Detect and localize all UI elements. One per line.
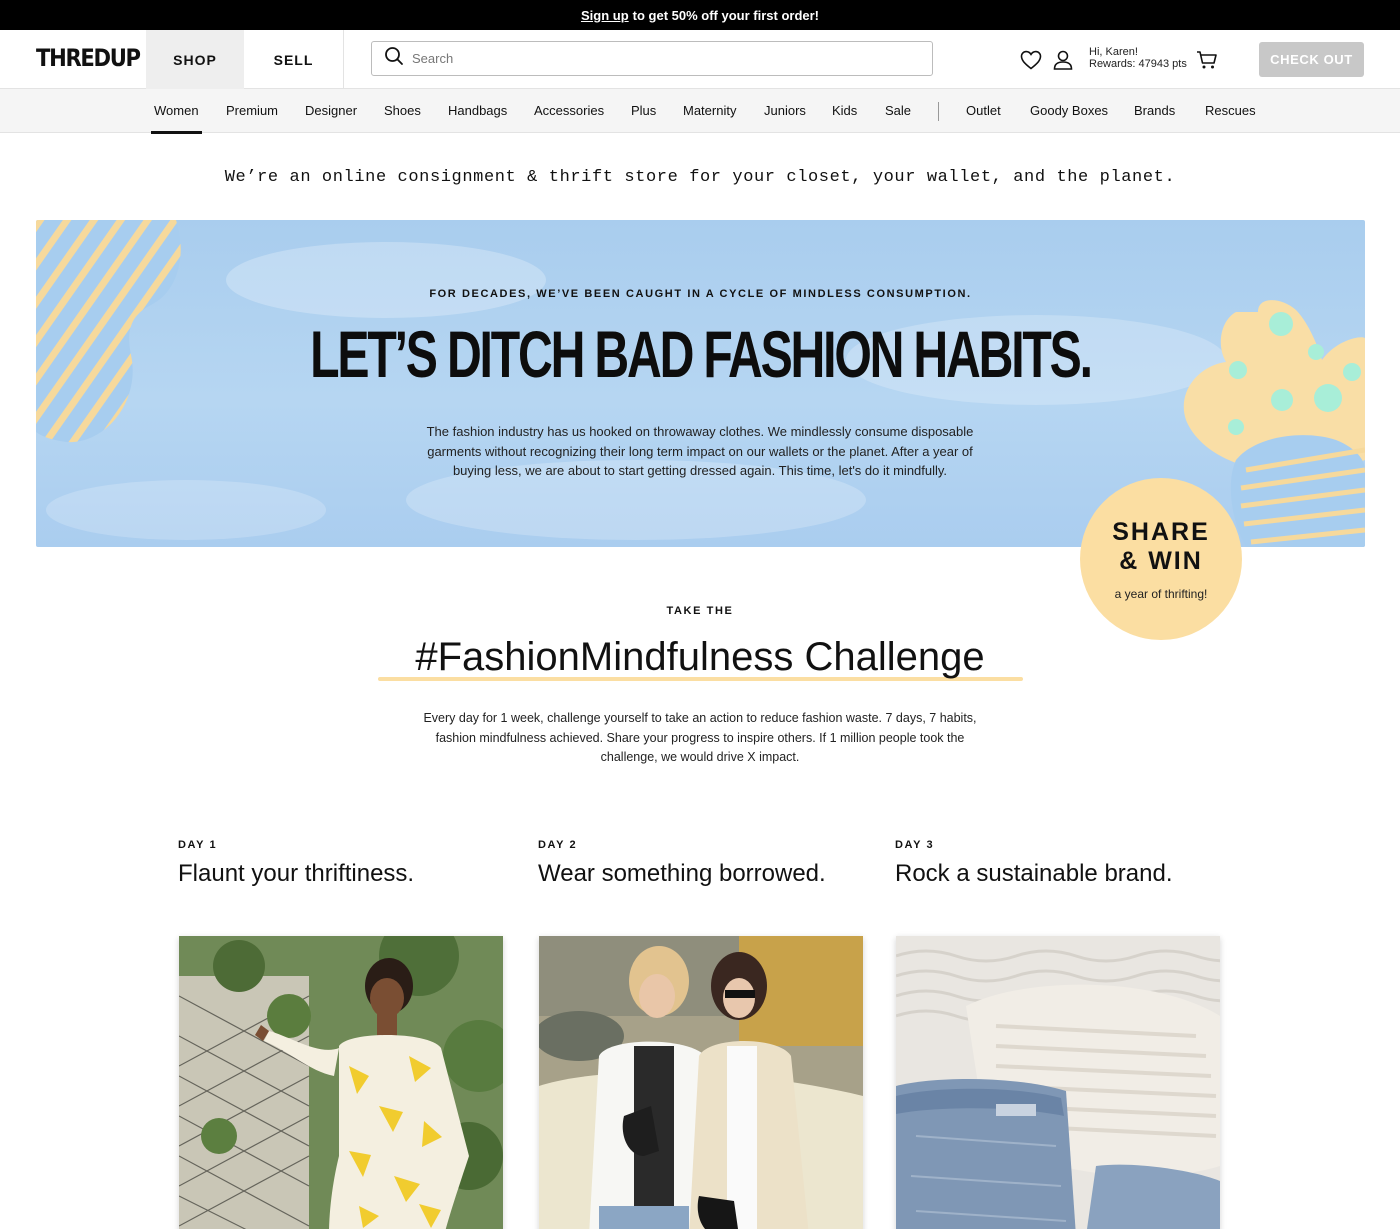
nav-divider (938, 102, 939, 121)
nav-rescues[interactable]: Rescues (1205, 89, 1256, 133)
hero-body: The fashion industry has us hooked on th… (426, 424, 974, 478)
signup-link[interactable]: Sign up (581, 8, 629, 23)
cart-icon[interactable] (1195, 48, 1219, 72)
greeting-text: Hi, Karen! (1089, 46, 1138, 58)
nav-women[interactable]: Women (151, 89, 202, 134)
nav-handbags[interactable]: Handbags (448, 89, 507, 133)
nav-sale[interactable]: Sale (885, 89, 911, 133)
site-header: THREDUP SHOP SELL Hi, Karen! Rewards: 47… (0, 30, 1400, 89)
day-1-photo[interactable] (179, 936, 503, 1229)
nav-kids[interactable]: Kids (832, 89, 857, 133)
badge-line-2: & WIN (1119, 547, 1203, 575)
heart-icon[interactable] (1019, 48, 1043, 72)
nav-brands[interactable]: Brands (1134, 89, 1175, 133)
tab-shop[interactable]: SHOP (146, 30, 244, 89)
checkout-button[interactable]: CHECK OUT (1259, 42, 1364, 77)
challenge-body: Every day for 1 week, challenge yourself… (423, 711, 977, 764)
challenge-kicker: TAKE THE (666, 605, 734, 617)
badge-subtitle: a year of thrifting! (1114, 587, 1208, 601)
hero-kicker: FOR DECADES, WE’VE BEEN CAUGHT IN A CYCL… (429, 288, 972, 300)
day-card-2: DAY 2 Wear something borrowed. (538, 839, 878, 888)
nav-outlet[interactable]: Outlet (966, 89, 1001, 133)
nav-accessories[interactable]: Accessories (534, 89, 604, 133)
day-title: Rock a sustainable brand. (895, 860, 1173, 887)
day-card-1: DAY 1 Flaunt your thriftiness. (178, 839, 518, 888)
search-bar[interactable] (371, 41, 933, 76)
search-input[interactable] (412, 51, 912, 66)
category-nav: Women Premium Designer Shoes Handbags Ac… (0, 89, 1400, 134)
day-title: Flaunt your thriftiness. (178, 860, 415, 887)
promo-text: to get 50% off your first order! (632, 7, 820, 23)
badge-line-1: SHARE (1112, 518, 1210, 546)
nav-maternity[interactable]: Maternity (683, 89, 736, 133)
tagline: We’re an online consignment & thrift sto… (224, 168, 1176, 187)
day-label: DAY 1 (178, 839, 218, 851)
day-card-3: DAY 3 Rock a sustainable brand. (895, 839, 1235, 888)
nav-designer[interactable]: Designer (305, 89, 357, 133)
hero-title: LET’S DITCH BAD FASHION HABITS. (310, 317, 1093, 391)
nav-juniors[interactable]: Juniors (764, 89, 806, 133)
nav-goody-boxes[interactable]: Goody Boxes (1030, 89, 1108, 133)
rewards-text: Rewards: 47943 pts (1089, 58, 1187, 70)
day-label: DAY 2 (538, 839, 578, 851)
tab-sell[interactable]: SELL (244, 30, 344, 89)
nav-shoes[interactable]: Shoes (384, 89, 421, 133)
logo[interactable]: THREDUP (36, 44, 141, 72)
promo-banner: Sign up to get 50% off your first order! (0, 0, 1400, 30)
day-title: Wear something borrowed. (538, 860, 826, 887)
user-greeting[interactable]: Hi, Karen! Rewards: 47943 pts (1089, 46, 1187, 70)
day-3-photo[interactable] (896, 936, 1220, 1229)
badge-title: SHARE & WIN (1080, 518, 1242, 576)
search-icon (384, 46, 404, 71)
challenge-title: #FashionMindfulness Challenge (415, 635, 985, 679)
nav-plus[interactable]: Plus (631, 89, 656, 133)
day-2-photo[interactable] (539, 936, 863, 1229)
account-icon[interactable] (1051, 48, 1075, 72)
nav-premium[interactable]: Premium (226, 89, 278, 133)
day-label: DAY 3 (895, 839, 935, 851)
